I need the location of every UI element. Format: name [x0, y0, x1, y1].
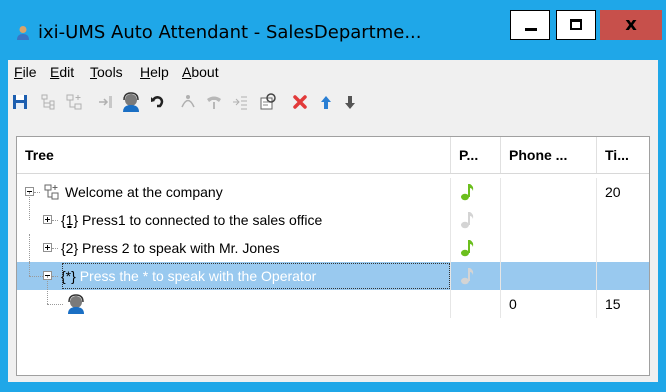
menu-bar: File Edit Tools Help About — [8, 60, 658, 84]
tree-add-icon[interactable] — [64, 92, 84, 112]
transfer-icon[interactable] — [178, 92, 198, 112]
tree-node-label — [91, 290, 451, 318]
node-text: Press1 to connected to the sales office — [82, 212, 323, 228]
minimize-button[interactable] — [510, 10, 550, 40]
tree-node-label: {1} Press1 to connected to the sales off… — [61, 206, 451, 234]
maximize-icon — [570, 19, 582, 30]
green-music-note-icon — [461, 240, 474, 257]
close-icon: x — [625, 14, 637, 35]
save-icon[interactable] — [10, 92, 30, 112]
operator-icon[interactable] — [120, 91, 142, 113]
list-icon[interactable] — [230, 92, 250, 112]
menu-tools[interactable]: Tools — [90, 64, 123, 80]
phone-icon[interactable] — [204, 92, 224, 112]
tree-header: Tree P... Phone ... Ti... — [17, 137, 649, 174]
column-time[interactable]: Ti... — [597, 137, 649, 173]
prompt-cell — [451, 290, 501, 318]
goto-icon[interactable] — [96, 92, 116, 112]
operator-node-icon — [68, 294, 84, 314]
tree-row[interactable]: {1} Press1 to connected to the sales off… — [17, 192, 649, 234]
prompt-cell — [451, 178, 501, 206]
menu-edit[interactable]: Edit — [50, 64, 74, 80]
phone-cell — [501, 178, 597, 206]
time-cell — [597, 262, 649, 290]
tree-node-label: {*} Press the * to speak with the Operat… — [61, 262, 451, 290]
move-up-icon[interactable] — [316, 92, 336, 112]
time-cell — [597, 206, 649, 234]
undo-icon[interactable] — [148, 92, 168, 112]
tree-row[interactable]: Welcome at the company 20 — [17, 178, 649, 206]
app-window: ixi-UMS Auto Attendant - SalesDepartme..… — [0, 0, 666, 392]
menu-help[interactable]: Help — [140, 64, 169, 80]
menu-file[interactable]: File — [14, 64, 37, 80]
tree-list[interactable]: Tree P... Phone ... Ti... Welcome at the… — [16, 136, 650, 376]
gray-music-note-icon — [461, 212, 474, 229]
prompt-cell — [451, 262, 501, 290]
settings-icon[interactable] — [258, 92, 278, 112]
phone-cell — [501, 206, 597, 234]
menu-key: {2} — [61, 240, 79, 256]
title-bar[interactable]: ixi-UMS Auto Attendant - SalesDepartme..… — [0, 0, 666, 60]
node-text: Press 2 to speak with Mr. Jones — [82, 240, 280, 256]
delete-icon[interactable] — [290, 92, 310, 112]
phone-cell — [501, 234, 597, 262]
tree-row[interactable]: 0 15 — [17, 276, 649, 318]
maximize-button[interactable] — [556, 10, 596, 40]
node-text: Press the * to speak with the Operator — [79, 268, 317, 284]
phone-cell: 0 — [501, 290, 597, 318]
tree-node-icon[interactable] — [38, 92, 58, 112]
tree-row[interactable]: {2} Press 2 to speak with Mr. Jones — [17, 234, 649, 262]
column-tree[interactable]: Tree — [17, 137, 451, 173]
phone-cell — [501, 262, 597, 290]
expand-toggle[interactable] — [43, 243, 52, 252]
toolbar — [8, 88, 658, 116]
menu-key: {1} — [61, 212, 79, 228]
close-button[interactable]: x — [600, 10, 662, 40]
expand-toggle[interactable] — [43, 215, 52, 224]
menu-about[interactable]: About — [182, 64, 219, 80]
column-prompt[interactable]: P... — [451, 137, 501, 173]
app-user-icon — [17, 26, 29, 40]
time-cell: 20 — [605, 184, 621, 200]
prompt-cell — [451, 234, 501, 262]
prompt-cell — [451, 206, 501, 234]
time-cell: 15 — [605, 296, 621, 312]
tree-row-selected[interactable]: {*} Press the * to speak with the Operat… — [17, 262, 649, 290]
time-cell — [597, 234, 649, 262]
client-area: File Edit Tools Help About Tree P... Pho… — [8, 60, 658, 382]
tree-node-label: Welcome at the company — [65, 178, 451, 206]
window-title: ixi-UMS Auto Attendant - SalesDepartme..… — [38, 22, 422, 43]
gray-music-note-icon — [461, 268, 474, 285]
menu-key: {*} — [61, 268, 76, 284]
move-down-icon[interactable] — [340, 92, 360, 112]
column-phone[interactable]: Phone ... — [501, 137, 597, 173]
tree-node-label: {2} Press 2 to speak with Mr. Jones — [61, 234, 451, 262]
minimize-icon — [525, 28, 537, 31]
root-node-icon — [44, 184, 59, 200]
green-music-note-icon — [461, 184, 474, 201]
